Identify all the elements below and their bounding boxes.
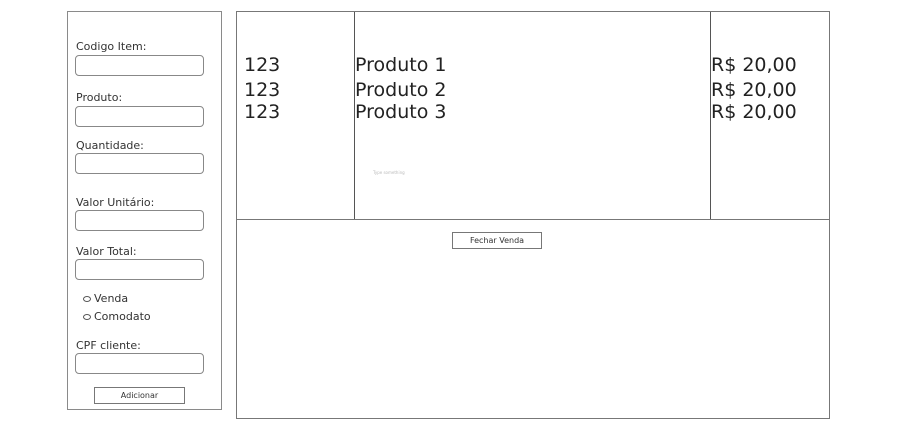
item-code: 123 (244, 54, 281, 76)
item-code: 123 (244, 79, 281, 101)
radio-venda-circle[interactable] (83, 295, 91, 302)
valor-total-label: Valor Total: (76, 245, 137, 258)
radio-venda-label: Venda (94, 292, 129, 305)
sale-panel: 123 Produto 1 R$ 20,00 123 Produto 2 R$ … (236, 11, 830, 419)
produto-input[interactable] (75, 106, 204, 127)
item-form-panel: Codigo Item: Produto: Quantidade: Valor … (67, 11, 222, 410)
fechar-venda-button[interactable]: Fechar Venda (452, 232, 542, 249)
radio-comodato-circle[interactable] (83, 313, 91, 320)
codigo-item-label: Codigo Item: (76, 40, 147, 53)
item-price: R$ 20,00 (711, 101, 797, 123)
cpf-cliente-label: CPF cliente: (76, 339, 141, 352)
valor-unitario-label: Valor Unitário: (76, 196, 155, 209)
placeholder-note: Type something (373, 170, 405, 175)
items-table: 123 Produto 1 R$ 20,00 123 Produto 2 R$ … (237, 12, 829, 220)
item-name: Produto 1 (355, 54, 447, 76)
item-price: R$ 20,00 (711, 54, 797, 76)
codigo-item-input[interactable] (75, 55, 204, 76)
valor-unitario-input[interactable] (75, 210, 204, 231)
item-price: R$ 20,00 (711, 79, 797, 101)
item-code: 123 (244, 101, 281, 123)
quantidade-input[interactable] (75, 153, 204, 174)
produto-label: Produto: (76, 91, 123, 104)
item-name: Produto 3 (355, 101, 447, 123)
adicionar-button[interactable]: Adicionar (94, 387, 185, 404)
radio-comodato[interactable]: Comodato (83, 310, 151, 323)
quantidade-label: Quantidade: (76, 139, 144, 152)
item-name: Produto 2 (355, 79, 447, 101)
cpf-cliente-input[interactable] (75, 353, 204, 374)
valor-total-input[interactable] (75, 259, 204, 280)
radio-comodato-label: Comodato (94, 310, 151, 323)
radio-venda[interactable]: Venda (83, 292, 128, 305)
